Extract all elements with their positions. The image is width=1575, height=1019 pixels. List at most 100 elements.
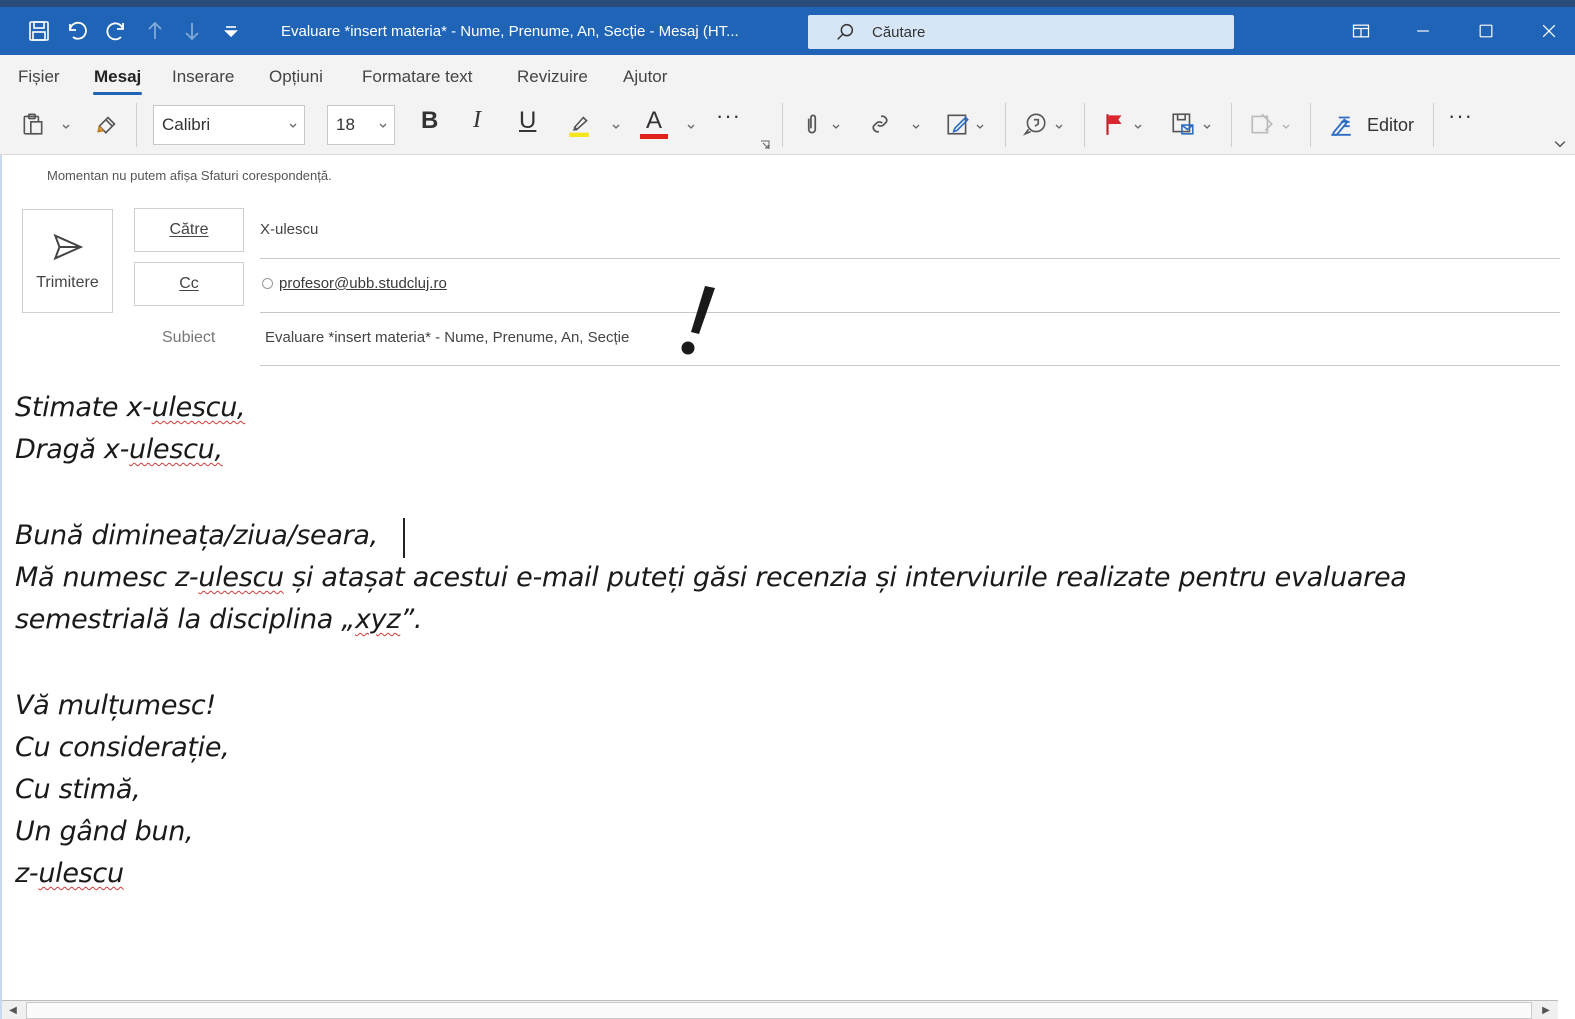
ribbon-collapse-icon[interactable] bbox=[1554, 137, 1566, 149]
sensitivity-dropdown-icon[interactable] bbox=[1281, 119, 1291, 129]
send-button[interactable]: Trimitere bbox=[22, 209, 113, 313]
tab-help[interactable]: Ajutor bbox=[623, 67, 667, 87]
paste-dropdown-icon[interactable] bbox=[61, 119, 71, 129]
body-line-2-misspelled: xyz bbox=[354, 604, 401, 635]
title-bar: Evaluare *insert materia* - Nume, Prenum… bbox=[0, 0, 1575, 55]
to-field[interactable]: X-ulescu bbox=[260, 221, 318, 238]
format-painter-icon[interactable] bbox=[92, 108, 124, 140]
tab-file[interactable]: Fișier bbox=[18, 67, 60, 87]
signature-misspelled: ulescu bbox=[38, 858, 124, 889]
separator bbox=[1433, 103, 1434, 147]
closing-line-2: Cu considerație, bbox=[15, 732, 230, 763]
highlight-dropdown-icon[interactable] bbox=[611, 119, 621, 129]
underline-button[interactable]: U bbox=[519, 107, 536, 135]
closing-line-3: Cu stimă, bbox=[15, 774, 141, 805]
body-line-1: Mă numesc z-ulescu și atașat acestui e-m… bbox=[15, 562, 1407, 593]
ribbon-display-options-icon[interactable] bbox=[1346, 19, 1376, 43]
tab-insert[interactable]: Inserare bbox=[172, 67, 234, 87]
greeting-2-misspelled: ulescu, bbox=[129, 434, 223, 465]
bold-button[interactable]: B bbox=[421, 107, 438, 135]
search-placeholder: Căutare bbox=[872, 23, 926, 41]
arrow-up-icon[interactable] bbox=[141, 17, 169, 45]
body-line-2-pre: semestrială la disciplina „ bbox=[15, 604, 355, 635]
tab-message[interactable]: Mesaj bbox=[92, 67, 143, 95]
redo-icon[interactable] bbox=[102, 17, 130, 45]
attach-file-icon[interactable] bbox=[799, 108, 825, 140]
customize-quick-access-icon[interactable] bbox=[217, 17, 245, 45]
font-size-value: 18 bbox=[336, 115, 355, 134]
font-color-dropdown-icon[interactable] bbox=[686, 119, 696, 129]
paste-icon[interactable] bbox=[17, 108, 49, 140]
mail-tips-notice: Momentan nu putem afișa Sfaturi corespon… bbox=[47, 168, 332, 183]
exclamation-mark-icon bbox=[681, 286, 715, 355]
closing-line-1: Vă mulțumesc! bbox=[15, 690, 216, 721]
scroll-right-icon[interactable]: ▶ bbox=[1536, 1002, 1556, 1019]
italic-button[interactable]: I bbox=[473, 107, 481, 134]
body-line-1-misspelled: ulescu bbox=[198, 562, 284, 593]
tab-review[interactable]: Revizuire bbox=[517, 67, 588, 87]
link-icon[interactable] bbox=[865, 108, 895, 140]
save-as-template-icon[interactable] bbox=[1168, 108, 1198, 140]
attach-dropdown-icon[interactable] bbox=[831, 119, 841, 129]
flag-dropdown-icon[interactable] bbox=[1133, 119, 1143, 129]
editor-label[interactable]: Editor bbox=[1367, 115, 1414, 136]
greeting-line-2: Dragă x-ulescu, bbox=[15, 434, 223, 465]
send-label: Trimitere bbox=[36, 274, 99, 291]
tab-format-text[interactable]: Formatare text bbox=[362, 67, 473, 87]
scroll-left-icon[interactable]: ◀ bbox=[3, 1002, 23, 1019]
cc-button[interactable]: Cc bbox=[134, 262, 244, 306]
signature-line: z-ulescu bbox=[15, 858, 124, 889]
font-size-select[interactable]: 18 bbox=[327, 105, 395, 145]
presence-indicator-icon bbox=[262, 278, 273, 289]
link-dropdown-icon[interactable] bbox=[911, 119, 921, 129]
greeting-1-misspelled: ulescu, bbox=[151, 392, 246, 423]
flag-icon[interactable] bbox=[1099, 108, 1129, 140]
greeting-2-text: Dragă x- bbox=[15, 434, 130, 465]
separator bbox=[1084, 103, 1085, 147]
maximize-icon[interactable] bbox=[1471, 19, 1501, 43]
signature-icon[interactable] bbox=[943, 108, 973, 140]
arrow-down-icon[interactable] bbox=[178, 17, 206, 45]
more-commands-button[interactable]: ··· bbox=[1448, 103, 1473, 129]
subject-field[interactable]: Evaluare *insert materia* - Nume, Prenum… bbox=[265, 329, 629, 346]
closing-line-4: Un gând bun, bbox=[15, 816, 194, 847]
more-formatting-button[interactable]: ··· bbox=[716, 103, 741, 129]
subject-label: Subiect bbox=[162, 329, 216, 346]
window-left-edge bbox=[0, 155, 2, 1019]
dialog-launcher-icon[interactable] bbox=[760, 137, 770, 149]
horizontal-scrollbar[interactable]: ◀ ▶ bbox=[2, 1000, 1558, 1019]
separator bbox=[1005, 103, 1006, 147]
body-line-2-post: ”. bbox=[400, 604, 423, 635]
search-icon bbox=[837, 23, 854, 40]
signature-dropdown-icon[interactable] bbox=[975, 119, 985, 129]
ribbon: Calibri 18 B I U A ··· ··· bbox=[0, 97, 1575, 155]
signature-pre: z- bbox=[15, 858, 39, 889]
tab-options[interactable]: Opțiuni bbox=[269, 67, 323, 87]
separator bbox=[136, 103, 137, 147]
separator bbox=[1231, 103, 1232, 147]
minimize-icon[interactable] bbox=[1408, 19, 1438, 43]
search-box[interactable]: Căutare bbox=[808, 15, 1234, 49]
dictate-icon[interactable] bbox=[1020, 108, 1050, 140]
sensitivity-icon[interactable] bbox=[1247, 108, 1277, 140]
save-icon[interactable] bbox=[25, 17, 53, 45]
font-name-value: Calibri bbox=[162, 115, 211, 134]
undo-icon[interactable] bbox=[63, 17, 91, 45]
text-cursor bbox=[403, 518, 405, 558]
separator bbox=[1310, 103, 1311, 147]
font-color-label: A bbox=[645, 106, 662, 134]
font-color-button[interactable]: A bbox=[638, 108, 670, 140]
greeting-1-text: Stimate x- bbox=[15, 392, 152, 423]
scrollbar-thumb[interactable] bbox=[26, 1002, 1532, 1019]
highlight-icon[interactable] bbox=[563, 108, 595, 140]
save-template-dropdown-icon[interactable] bbox=[1202, 119, 1212, 129]
cc-recipient[interactable]: profesor@ubb.studcluj.ro bbox=[279, 275, 447, 292]
to-button[interactable]: Către bbox=[134, 208, 244, 252]
font-name-select[interactable]: Calibri bbox=[153, 105, 305, 145]
cc-field[interactable]: profesor@ubb.studcluj.ro bbox=[262, 275, 447, 292]
body-line-1-post: și atașat acestui e-mail puteți găsi rec… bbox=[283, 562, 1407, 593]
dictate-dropdown-icon[interactable] bbox=[1054, 119, 1064, 129]
salutation-line: Bună dimineața/ziua/seara, bbox=[15, 520, 378, 551]
editor-icon[interactable] bbox=[1325, 108, 1357, 140]
close-icon[interactable] bbox=[1534, 19, 1564, 43]
